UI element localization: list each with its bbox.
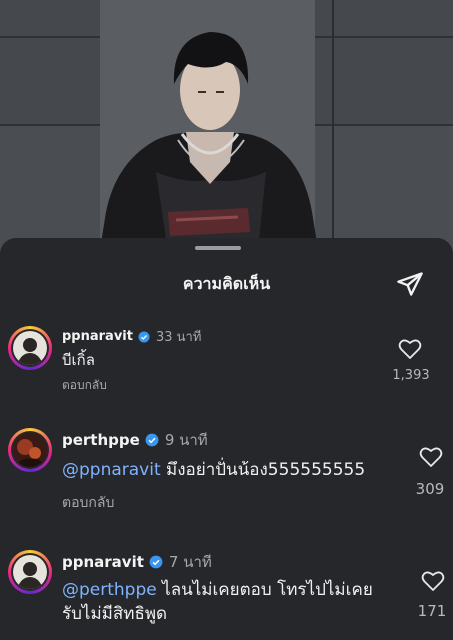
comment-username[interactable]: ppnaravit: [62, 553, 144, 571]
comment-username[interactable]: ppnaravit: [62, 329, 133, 344]
avatar[interactable]: [8, 326, 52, 370]
avatar-image: [13, 555, 47, 589]
photo-person-figure: [98, 32, 320, 262]
comment-username[interactable]: perthppe: [62, 431, 140, 449]
avatar[interactable]: [8, 428, 52, 472]
paper-plane-icon[interactable]: [396, 270, 424, 298]
verified-badge-icon: [149, 555, 163, 569]
comment-item: ppnaravit 7 นาที @perthppe ไลนไม่เคยตอบ …: [0, 546, 453, 640]
post-photo: [0, 0, 453, 262]
reply-button[interactable]: ตอบกลับ: [62, 492, 114, 514]
comment-text-line2: รับไม่มีสิทธิพูด: [62, 604, 168, 624]
comment-time: 9 นาที: [164, 431, 208, 449]
like-count: 309: [415, 480, 445, 498]
comment-text: บีเกิ้ล: [62, 351, 95, 369]
comment-body: มึงอย่าปั่นน้อง555555555: [160, 460, 366, 480]
avatar-image: [13, 433, 47, 467]
comment-text: @perthppe ไลนไม่เคยตอบ โทรไปไม่เคย: [62, 576, 373, 603]
comment-time: 7 นาที: [168, 553, 212, 571]
reply-button[interactable]: ตอบกลับ: [62, 376, 107, 395]
comments-sheet: ความคิดเห็น ppnaravit 33 นาที บีเกิ้ล ตอ…: [0, 238, 453, 640]
avatar[interactable]: [8, 550, 52, 594]
heart-outline-icon[interactable]: [421, 570, 445, 592]
like-count: 1,393: [392, 368, 430, 383]
comment-item: perthppe 9 นาที @ppnaravit มึงอย่าปั่นน้…: [0, 424, 453, 524]
comment-time: 33 นาที: [155, 330, 202, 345]
sheet-title: ความคิดเห็น: [182, 274, 271, 293]
verified-badge-icon: [145, 433, 159, 447]
comment-mention[interactable]: @ppnaravit: [62, 460, 161, 480]
heart-outline-icon[interactable]: [419, 446, 443, 468]
comment-item: ppnaravit 33 นาที บีเกิ้ล ตอบกลับ 1,393: [0, 322, 453, 402]
comment-text: @ppnaravit มึงอย่าปั่นน้อง555555555: [62, 456, 365, 483]
sheet-drag-handle[interactable]: [195, 246, 241, 250]
like-count: 171: [417, 602, 447, 620]
comment-body: ไลนไม่เคยตอบ โทรไปไม่เคย: [156, 580, 373, 600]
avatar-image: [13, 331, 47, 365]
heart-outline-icon[interactable]: [398, 338, 422, 360]
comment-mention[interactable]: @perthppe: [62, 580, 157, 600]
verified-badge-icon: [138, 331, 150, 342]
